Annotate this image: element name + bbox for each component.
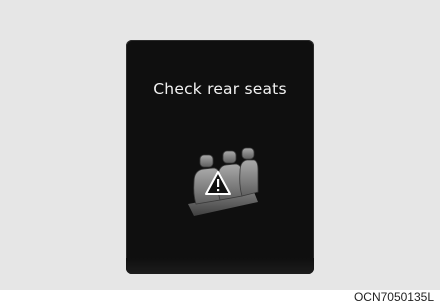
- cluster-display: Check rear seats: [126, 40, 314, 274]
- rear-seat-warning-icon: [188, 147, 259, 216]
- figure-background: Check rear seats: [0, 0, 440, 290]
- figure-code: OCN7050135L: [353, 290, 434, 304]
- warning-message: Check rear seats: [153, 80, 287, 98]
